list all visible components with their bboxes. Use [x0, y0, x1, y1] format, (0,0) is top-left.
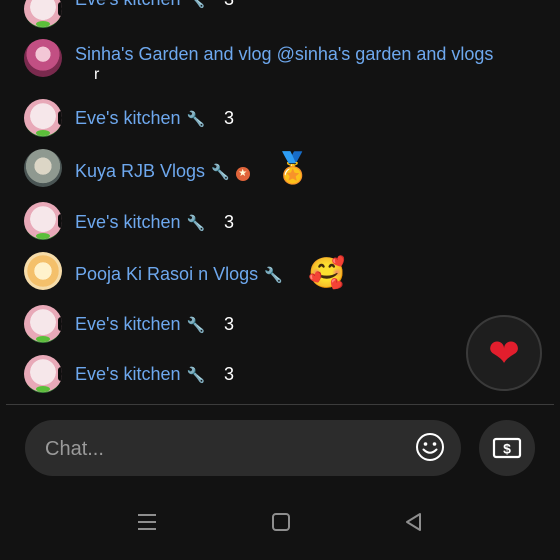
wrench-icon: 🔧	[264, 267, 283, 284]
author-label: Eve's kitchen	[75, 314, 181, 334]
star-badge-icon: ★	[235, 167, 250, 181]
chat-composer	[25, 420, 461, 478]
chat-message: Eve's kitchen 🔧 3	[0, 202, 470, 242]
recent-apps-icon[interactable]	[136, 510, 158, 534]
heart-reaction-button[interactable]: ❤	[466, 315, 542, 391]
chat-message: Sinha's Garden and vlog @sinha's garden …	[0, 38, 493, 90]
author-label: Eve's kitchen	[75, 212, 181, 232]
heart-icon: ❤	[488, 332, 520, 375]
medal-emoji: 🏅	[274, 152, 312, 185]
message-text: 3	[224, 212, 235, 232]
wrench-icon: 🔧	[211, 164, 230, 181]
wrench-icon: 🔧	[186, 317, 206, 334]
author-label: Eve's kitchen	[75, 364, 181, 384]
dollar-bill-icon: $	[492, 437, 522, 459]
avatar[interactable]	[24, 149, 62, 187]
author-name[interactable]: Pooja Ki Rasoi n Vlogs 🔧	[75, 264, 283, 285]
avatar[interactable]	[24, 99, 62, 137]
chat-input[interactable]	[43, 420, 407, 478]
author-label: Eve's kitchen	[75, 108, 181, 128]
smiling-face-emoji: 🥰	[308, 257, 346, 290]
chat-message: Kuya RJB Vlogs 🔧 ★ 🏅	[0, 149, 470, 193]
avatar[interactable]	[24, 0, 62, 28]
avatar[interactable]	[24, 355, 62, 393]
chat-message: Pooja Ki Rasoi n Vlogs 🔧 🥰	[0, 252, 470, 296]
chat-message: Eve's kitchen 🔧 3	[0, 355, 470, 395]
svg-text:$: $	[503, 441, 511, 457]
message-text: r	[94, 66, 100, 83]
author-label: Kuya RJB Vlogs	[75, 161, 206, 181]
avatar[interactable]	[24, 202, 62, 240]
avatar[interactable]	[24, 39, 62, 77]
divider	[6, 404, 554, 405]
author-label: Pooja Ki Rasoi n Vlogs	[75, 264, 259, 284]
author-name[interactable]: Kuya RJB Vlogs 🔧 ★	[75, 161, 250, 182]
author-name[interactable]: Eve's kitchen 🔧	[75, 212, 205, 233]
author-name[interactable]: Eve's kitchen 🔧	[75, 364, 205, 385]
author-name[interactable]: Eve's kitchen 🔧	[75, 314, 205, 335]
super-chat-button[interactable]: $	[479, 420, 535, 476]
chat-message: Eve's kitchen 🔧 3	[0, 305, 470, 345]
back-icon[interactable]	[402, 510, 424, 534]
author-label: Eve's kitchen	[75, 0, 181, 9]
wrench-icon: 🔧	[186, 215, 206, 232]
smiley-icon[interactable]	[415, 432, 445, 462]
wrench-icon: 🔧	[186, 0, 206, 9]
avatar[interactable]	[24, 305, 62, 343]
home-icon[interactable]	[270, 510, 292, 534]
message-text: 3	[224, 314, 235, 334]
message-text: 3	[224, 0, 234, 10]
author-name[interactable]: Eve's kitchen 🔧	[75, 108, 205, 129]
chat-message: Eve's kitchen 🔧 3	[0, 99, 470, 139]
wrench-icon: 🔧	[186, 111, 206, 128]
wrench-icon: 🔧	[186, 367, 206, 384]
message-text: 3	[224, 364, 235, 384]
message-text: 3	[224, 108, 235, 128]
chat-message: Eve's kitchen 🔧 3	[0, 0, 470, 30]
author-name[interactable]: Eve's kitchen 🔧	[75, 0, 205, 10]
avatar[interactable]	[24, 252, 62, 290]
author-name[interactable]: Sinha's Garden and vlog @sinha's garden …	[75, 44, 493, 65]
